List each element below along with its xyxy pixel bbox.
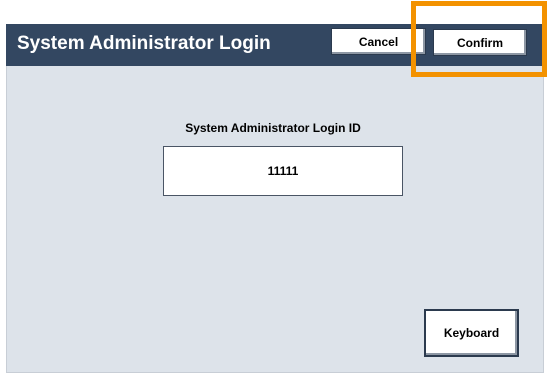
confirm-button[interactable]: Confirm	[433, 29, 527, 56]
page-title: System Administrator Login	[17, 33, 271, 54]
login-id-label: System Administrator Login ID	[185, 121, 361, 135]
keyboard-button[interactable]: Keyboard	[424, 309, 519, 357]
cancel-button[interactable]: Cancel	[331, 28, 426, 55]
login-id-field[interactable]: 11111	[163, 146, 403, 196]
